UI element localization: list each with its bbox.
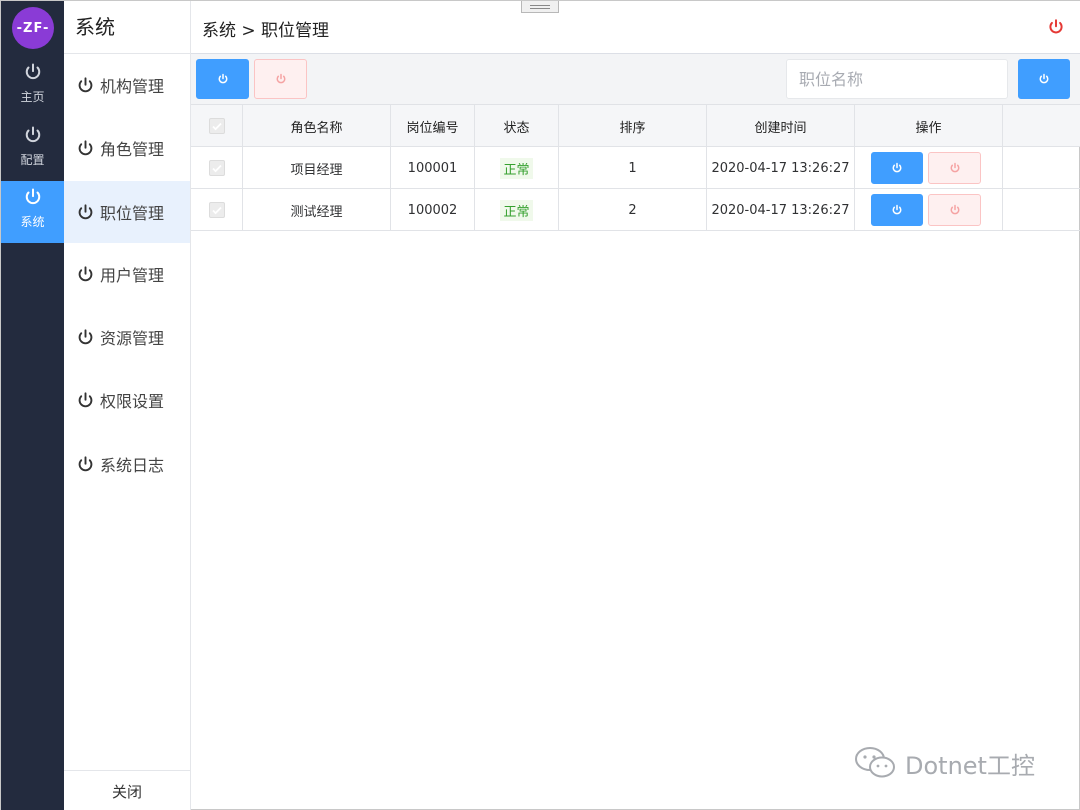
menu-item-resource[interactable]: 资源管理	[64, 306, 190, 368]
menu-item-position[interactable]: 职位管理	[64, 181, 190, 243]
menu-item-label: 系统日志	[100, 456, 165, 475]
edit-button[interactable]	[871, 194, 923, 226]
column-header[interactable]: 状态	[475, 105, 559, 147]
power-icon	[78, 203, 93, 219]
power-icon	[78, 391, 93, 407]
column-header[interactable]: 操作	[855, 105, 1003, 147]
row-delete-button[interactable]	[928, 194, 981, 226]
power-icon[interactable]	[1047, 18, 1065, 36]
menu-item-label: 角色管理	[100, 140, 165, 159]
side-menu: 系统 机构管理 角色管理 职位管理 用户管理 资源管理 权限设置 系统日志 关闭	[64, 1, 191, 810]
menu-item-org[interactable]: 机构管理	[64, 54, 190, 116]
cell-status: 正常	[475, 189, 559, 231]
row-select-cell	[191, 189, 243, 231]
breadcrumb: 系统 > 职位管理	[202, 21, 330, 41]
power-icon	[78, 265, 93, 281]
watermark-text: Dotnet工控	[905, 751, 1035, 780]
cell-name: 测试经理	[243, 189, 391, 231]
page-header: 系统 > 职位管理	[191, 1, 1080, 54]
menu-item-label: 机构管理	[100, 77, 165, 96]
rail-item-label: 系统	[20, 215, 45, 229]
cell-code: 100001	[391, 147, 475, 189]
nav-rail: -ZF- 主页 配置 系统	[1, 1, 64, 810]
power-icon	[950, 204, 959, 215]
cell-order: 1	[559, 147, 707, 189]
row-checkbox[interactable]	[208, 160, 225, 176]
add-button[interactable]	[196, 59, 249, 99]
edit-button[interactable]	[871, 152, 923, 184]
menu-item-log[interactable]: 系统日志	[64, 433, 190, 495]
wechat-icon	[855, 747, 895, 778]
status-badge: 正常	[500, 199, 533, 221]
watermark: Dotnet工控	[853, 745, 1035, 781]
cell-actions	[855, 147, 1003, 189]
row-select-cell	[191, 147, 243, 189]
row-delete-button[interactable]	[928, 152, 981, 184]
window-drag-handle[interactable]	[521, 1, 559, 13]
rail-item-system[interactable]: 系统	[1, 181, 64, 243]
table-row[interactable]: 测试经理 100002 正常 2 2020-04-17 13:26:27	[191, 189, 1080, 231]
menu-item-label: 用户管理	[100, 266, 165, 285]
app-logo: -ZF-	[12, 7, 54, 49]
power-icon	[25, 188, 40, 205]
app-window: -ZF- 主页 配置 系统 系统 机构管理 角色管理 职位管理 用户管理 资源管…	[0, 0, 1080, 810]
power-icon	[78, 455, 93, 471]
menu-item-permission[interactable]: 权限设置	[64, 369, 190, 431]
delete-button[interactable]	[254, 59, 307, 99]
column-header[interactable]: 排序	[559, 105, 707, 147]
rail-item-home[interactable]: 主页	[1, 56, 64, 118]
toolbar	[191, 54, 1080, 105]
menu-item-label: 权限设置	[100, 392, 165, 411]
cell-actions	[855, 189, 1003, 231]
power-icon	[892, 162, 902, 173]
power-icon	[276, 73, 285, 84]
column-header[interactable]: 角色名称	[243, 105, 391, 147]
cell-status: 正常	[475, 147, 559, 189]
filler-header	[1003, 105, 1080, 147]
power-icon	[892, 204, 902, 215]
rail-item-label: 主页	[20, 90, 45, 104]
check-icon	[211, 122, 222, 131]
power-icon	[78, 76, 93, 92]
select-all-checkbox[interactable]	[208, 118, 225, 134]
search-button[interactable]	[1018, 59, 1070, 99]
power-icon	[950, 162, 959, 173]
menu-item-label: 职位管理	[100, 204, 165, 223]
power-icon	[25, 126, 40, 143]
menu-item-user[interactable]: 用户管理	[64, 243, 190, 305]
filler-cell	[1003, 147, 1080, 189]
power-icon	[25, 63, 40, 80]
menu-item-role[interactable]: 角色管理	[64, 117, 190, 179]
close-button[interactable]: 关闭	[64, 770, 190, 810]
cell-name: 项目经理	[243, 147, 391, 189]
cell-order: 2	[559, 189, 707, 231]
power-icon	[218, 73, 227, 84]
rail-item-label: 配置	[20, 153, 45, 167]
status-badge: 正常	[500, 157, 533, 179]
table-row[interactable]: 项目经理 100001 正常 1 2020-04-17 13:26:27	[191, 147, 1080, 189]
power-icon	[78, 328, 93, 344]
cell-created: 2020-04-17 13:26:27	[707, 147, 855, 189]
power-icon	[78, 139, 93, 155]
cell-created: 2020-04-17 13:26:27	[707, 189, 855, 231]
select-all-cell	[191, 105, 243, 147]
cell-code: 100002	[391, 189, 475, 231]
rail-item-config[interactable]: 配置	[1, 119, 64, 181]
check-icon	[211, 206, 222, 215]
column-header[interactable]: 岗位编号	[391, 105, 475, 147]
filler-cell	[1003, 189, 1080, 231]
search-input[interactable]	[786, 59, 1008, 99]
column-header[interactable]: 创建时间	[707, 105, 855, 147]
check-icon	[211, 164, 222, 173]
table-header: 角色名称 岗位编号 状态 排序 创建时间 操作	[191, 105, 1080, 147]
row-checkbox[interactable]	[208, 202, 225, 218]
menu-item-label: 资源管理	[100, 329, 165, 348]
power-icon	[1039, 73, 1049, 84]
menu-title: 系统	[64, 1, 190, 54]
